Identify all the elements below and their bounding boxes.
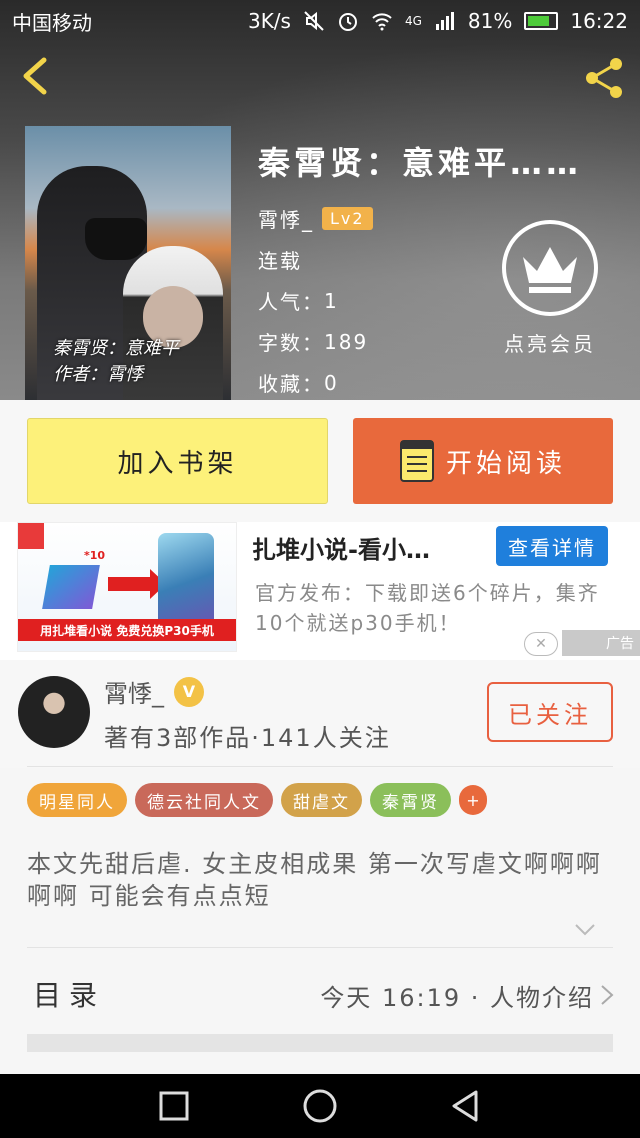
popularity-value: 1 [324,288,339,313]
add-to-shelf-button[interactable]: 加入书架 [27,418,328,504]
verified-badge-icon: V [174,676,204,707]
ad-title[interactable]: 扎堆小说-看小… [252,530,430,565]
back-button[interactable] [14,54,58,98]
carrier-name: 中国移动 [12,10,92,35]
ad-corner-icon [18,523,44,549]
home-icon[interactable] [302,1088,338,1124]
content-placeholder-bar [27,1034,613,1052]
tag-chip[interactable]: 甜虐文 [281,783,362,817]
system-nav-bar [0,1074,640,1138]
mute-icon [304,11,324,31]
phone-image [158,533,214,633]
battery-percent: 81% [467,9,513,33]
divider [27,766,613,767]
ad-banner-text: 用扎堆看小说 免费兑换P30手机 [18,619,236,641]
ad-tag: 广告 [562,630,640,656]
vip-button[interactable]: 点亮会员 [500,220,600,357]
book-title: 秦霄贤：意难平…… [258,144,583,182]
battery-icon [524,12,559,30]
card-fragments-image [42,565,100,609]
author-name[interactable]: 霄悸_ [104,674,164,709]
status-icons: 3K/s 4G 81% 16:22 [248,9,628,33]
word-count-value: 189 [324,329,369,354]
divider [27,947,613,948]
favorites-label: 收藏： [258,372,324,396]
network-type: 4G [404,14,422,28]
tag-list: 明星同人 德云社同人文 甜虐文 秦霄贤 + [27,783,487,817]
start-reading-label: 开始阅读 [445,448,566,479]
ad-image[interactable]: *10 用扎堆看小说 免费兑换P30手机 [17,522,237,652]
book-detail-page: 中国移动 3K/s 4G 81% 16:22 秦霄贤：意难平 作者：霄悸 秦霄贤… [0,0,640,1138]
cover-title-line: 秦霄贤：意难平 [53,338,179,359]
follow-button[interactable]: 已关注 [487,682,613,742]
tag-chip[interactable]: 明星同人 [27,783,127,817]
vip-label: 点亮会员 [504,332,596,356]
level-badge: Lv2 [322,207,373,230]
word-count-label: 字数： [258,331,324,355]
ad-badge-count: *10 [84,549,106,562]
tag-chip[interactable]: 德云社同人文 [135,783,273,817]
author-name-row: 霄悸_ V [104,674,204,709]
catalog-row[interactable]: 目录 今天 16:19 · 人物介绍 [0,960,640,1030]
action-bar: 加入书架 开始阅读 [0,400,640,522]
chevron-right-icon [601,985,614,1005]
clock: 16:22 [570,9,628,33]
ad-description: 官方发布：下载即送6个碎片，集齐10个就送p30手机！ [255,581,600,635]
ad-detail-button[interactable]: 查看详情 [496,526,608,566]
catalog-label: 目录 [33,979,106,1012]
start-reading-button[interactable]: 开始阅读 [353,418,613,504]
author-stats: 著有3部作品·141人关注 [104,724,391,752]
recent-apps-icon[interactable] [156,1088,192,1124]
share-icon[interactable] [580,54,628,102]
arrow-icon [108,569,166,599]
ad-banner[interactable]: *10 用扎堆看小说 免费兑换P30手机 扎堆小说-看小… 查看详情 官方发布：… [0,522,640,660]
favorites-row: 收藏： 0 [258,362,582,403]
tag-chip[interactable]: 秦霄贤 [370,783,451,817]
avatar[interactable] [18,676,90,748]
latest-chapter: 今天 16:19 · 人物介绍 [320,984,594,1012]
wifi-icon [372,13,392,31]
book-author[interactable]: 霄悸_ [258,204,314,233]
cover-mask [85,218,147,260]
favorites-value: 0 [324,370,339,395]
book-cover[interactable]: 秦霄贤：意难平 作者：霄悸 [25,126,231,400]
status-bar: 中国移动 3K/s 4G 81% 16:22 [0,0,640,42]
ad-close-button[interactable]: ✕ [524,632,558,656]
author-section: 霄悸_ V 著有3部作品·141人关注 已关注 [0,660,640,768]
book-description: 本文先甜后虐. 女主皮相成果 第一次写虐文啊啊啊啊啊 可能会有点点短 [27,850,602,910]
signal-icon [435,12,454,30]
cover-author-line: 作者：霄悸 [53,364,143,385]
back-nav-icon[interactable] [448,1088,484,1124]
more-tags-button[interactable]: + [459,785,487,815]
chevron-down-icon[interactable] [574,922,596,938]
popularity-label: 人气： [258,290,324,314]
alarm-icon [338,13,357,31]
book-icon [399,440,434,482]
cover-text: 秦霄贤：意难平 作者：霄悸 [53,336,179,388]
network-speed: 3K/s [247,9,291,33]
crown-icon [502,220,598,316]
